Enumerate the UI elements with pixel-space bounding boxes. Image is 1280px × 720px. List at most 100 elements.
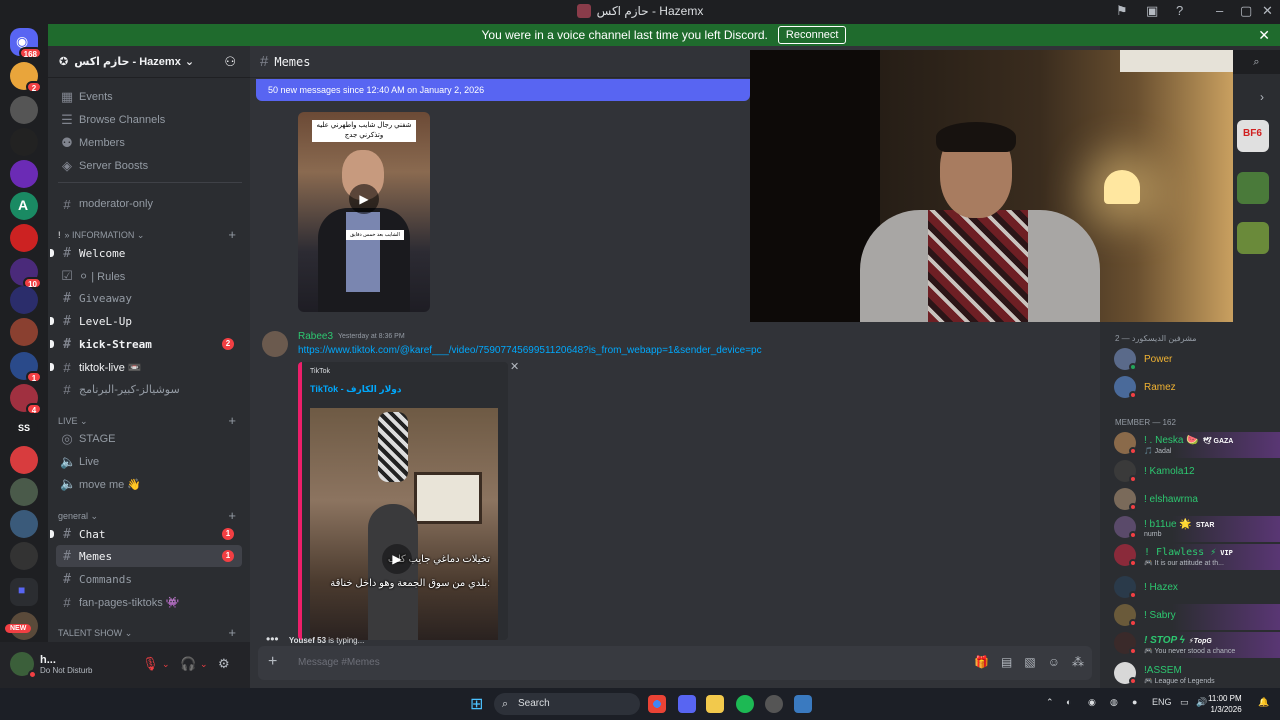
member-item[interactable]: ! elshawrma	[1114, 488, 1280, 514]
chevron-down-icon[interactable]: ⌄	[162, 659, 170, 670]
member-item[interactable]: Power	[1114, 348, 1280, 374]
tray-icon[interactable]: ●	[1132, 697, 1137, 707]
volume-icon[interactable]: 🔊	[1196, 697, 1207, 708]
file-explorer-icon[interactable]	[706, 695, 724, 713]
server-icon[interactable]	[10, 446, 38, 474]
message-input[interactable]: Message #Memes	[298, 657, 380, 668]
server-icon[interactable]	[10, 478, 38, 506]
mic-muted-icon[interactable]: 🎙	[142, 656, 159, 672]
discord-icon[interactable]	[678, 695, 696, 713]
channel-memes[interactable]: # Memes 1	[56, 545, 242, 567]
category-information[interactable]: !» information ⌄ +	[58, 227, 244, 242]
clock[interactable]: 11:00 PM 1/3/2026	[1208, 693, 1242, 715]
category-general[interactable]: general ⌄ +	[58, 508, 244, 523]
inbox-icon[interactable]: ⚑	[1116, 3, 1128, 19]
close-banner-icon[interactable]: ✕	[1258, 27, 1270, 44]
member-item[interactable]: ! b11ue 🌟 STAR numb	[1114, 516, 1280, 542]
reconnect-button[interactable]: Reconnect	[777, 26, 847, 44]
activity-icon[interactable]: BF6	[1237, 120, 1269, 152]
nav-server-boosts[interactable]: ◈ Server Boosts	[56, 155, 242, 177]
embed-title[interactable]: TikTok - دولار الكارف	[310, 384, 401, 395]
channel-rules[interactable]: ☑ ⚪ | Rules	[56, 265, 242, 287]
channel-move-me[interactable]: 🔈 move me 👋	[56, 473, 242, 495]
member-item[interactable]: ! Sabry	[1114, 604, 1280, 630]
home-icon[interactable]: ◉ 168	[10, 28, 42, 59]
member-item[interactable]: ! STOP ϟ ⚡TopG 🎮 You never stood a chance	[1114, 632, 1280, 658]
member-item[interactable]: ! Kamola12	[1114, 460, 1280, 486]
close-window-button[interactable]: ✕	[1262, 3, 1273, 19]
tray-icon[interactable]: ◍	[1110, 697, 1118, 708]
spotify-icon[interactable]	[736, 695, 754, 713]
play-icon[interactable]: ▶	[382, 544, 412, 574]
invite-icon[interactable]: ⚇	[224, 54, 236, 70]
apps-icon[interactable]: ⁂	[1072, 655, 1084, 669]
message-author[interactable]: Rabee3	[298, 331, 333, 342]
add-channel-icon[interactable]: +	[228, 413, 236, 428]
server-icon[interactable]: 1	[10, 352, 42, 383]
minecraft-icon[interactable]	[1237, 222, 1269, 254]
channel-live[interactable]: 🔈 Live	[56, 451, 242, 473]
language-indicator[interactable]: ENG	[1152, 697, 1172, 707]
app-icon[interactable]	[765, 695, 783, 713]
play-icon[interactable]: ▶	[349, 184, 379, 214]
member-item[interactable]: ! Hazex	[1114, 576, 1280, 602]
nav-events[interactable]: ▦ Events	[56, 86, 242, 108]
category-live[interactable]: LIVE ⌄ +	[58, 413, 244, 428]
minimize-button[interactable]: –	[1216, 3, 1223, 18]
video-attachment[interactable]: شفني رجال شايب واطهرني عليه وتذكرني جدج …	[298, 112, 430, 312]
server-icon[interactable]	[10, 318, 38, 346]
channel-level-up[interactable]: # LeveL-Up	[50, 310, 242, 332]
server-header[interactable]: ✪ حازم اكس - Hazemx ⌄ ⚇	[48, 46, 250, 78]
tray-icon[interactable]: ◐	[1066, 697, 1071, 707]
server-icon-a[interactable]: A	[10, 192, 38, 220]
member-item[interactable]: ! . Neska 🍉 🕊 GAZA 🎵 Jadal	[1114, 432, 1280, 458]
gif-icon[interactable]: ▤	[1001, 655, 1012, 669]
channel-moderator-only[interactable]: # moderator-only	[56, 193, 242, 215]
channel-giveaway[interactable]: # Giveaway	[56, 287, 242, 309]
server-icon[interactable]: 10	[10, 258, 42, 289]
server-icon[interactable]	[10, 128, 38, 156]
upload-plus-icon[interactable]: +	[268, 653, 277, 671]
nav-browse-channels[interactable]: ☰ Browse Channels	[56, 109, 242, 131]
discord-tray-icon[interactable]: ◉	[1088, 697, 1096, 708]
channel-chat[interactable]: # Chat 1	[50, 523, 242, 545]
message-link[interactable]: https://www.tiktok.com/@karef___/video/7…	[298, 345, 762, 356]
add-channel-icon[interactable]: +	[228, 625, 236, 640]
channel-commands[interactable]: # Commands	[56, 568, 242, 590]
server-icon-ss[interactable]: SS	[10, 414, 38, 442]
network-icon[interactable]: ▭	[1180, 697, 1189, 708]
server-icon-pofi[interactable]	[10, 542, 38, 570]
add-channel-icon[interactable]: +	[228, 508, 236, 523]
username[interactable]: h...	[40, 654, 56, 666]
server-icon[interactable]: 4	[10, 384, 42, 415]
chevron-right-icon[interactable]: ›	[1260, 90, 1264, 104]
app-icon[interactable]	[794, 695, 812, 713]
member-item[interactable]: ! Flawless ⚡ VIP 🎮 It is our attitude at …	[1114, 544, 1280, 570]
settings-gear-icon[interactable]: ⚙	[218, 656, 230, 672]
avatar[interactable]	[262, 331, 288, 357]
embed-video[interactable]: تخيلات دماغي جايب كلب بلدي من سوق الجمعة…	[310, 408, 498, 640]
gift-icon[interactable]: 🎁	[974, 655, 989, 669]
member-item[interactable]: !ASSEM 🎮 League of Legends	[1114, 662, 1280, 688]
chevron-up-icon[interactable]: ⌃	[1046, 697, 1054, 708]
notifications-icon[interactable]: 🔔	[1258, 697, 1269, 708]
chrome-icon[interactable]	[648, 695, 666, 713]
maximize-button[interactable]: ▢	[1240, 3, 1252, 19]
channel-tiktok-live[interactable]: # tiktok-live 📼	[50, 356, 242, 378]
new-messages-bar[interactable]: 50 new messages since 12:40 AM on Januar…	[256, 79, 750, 101]
message-composer[interactable]: + Message #Memes 🎁 ▤ ▧ ☺ ⁂	[258, 646, 1092, 680]
help-icon[interactable]: ?	[1176, 3, 1183, 18]
server-icon-m[interactable]	[10, 286, 38, 314]
server-icon[interactable]	[10, 96, 38, 124]
nav-members[interactable]: ⚉ Members	[56, 132, 242, 154]
server-icon[interactable]	[10, 224, 38, 252]
channel-socials[interactable]: # سوشيالز-كبير-البرنامج	[56, 378, 242, 400]
sticker-icon[interactable]: ▧	[1024, 655, 1035, 669]
taskbar-search[interactable]: ⌕ Search	[494, 693, 640, 715]
server-icon[interactable]	[10, 510, 38, 538]
search-icon[interactable]: ⌕	[1233, 50, 1280, 74]
channel-welcome[interactable]: # Welcome	[50, 242, 242, 264]
chevron-down-icon[interactable]: ⌄	[200, 659, 208, 670]
member-item[interactable]: Ramez	[1114, 376, 1280, 402]
channel-fan-pages[interactable]: # fan-pages-tiktoks 👾	[56, 591, 242, 613]
